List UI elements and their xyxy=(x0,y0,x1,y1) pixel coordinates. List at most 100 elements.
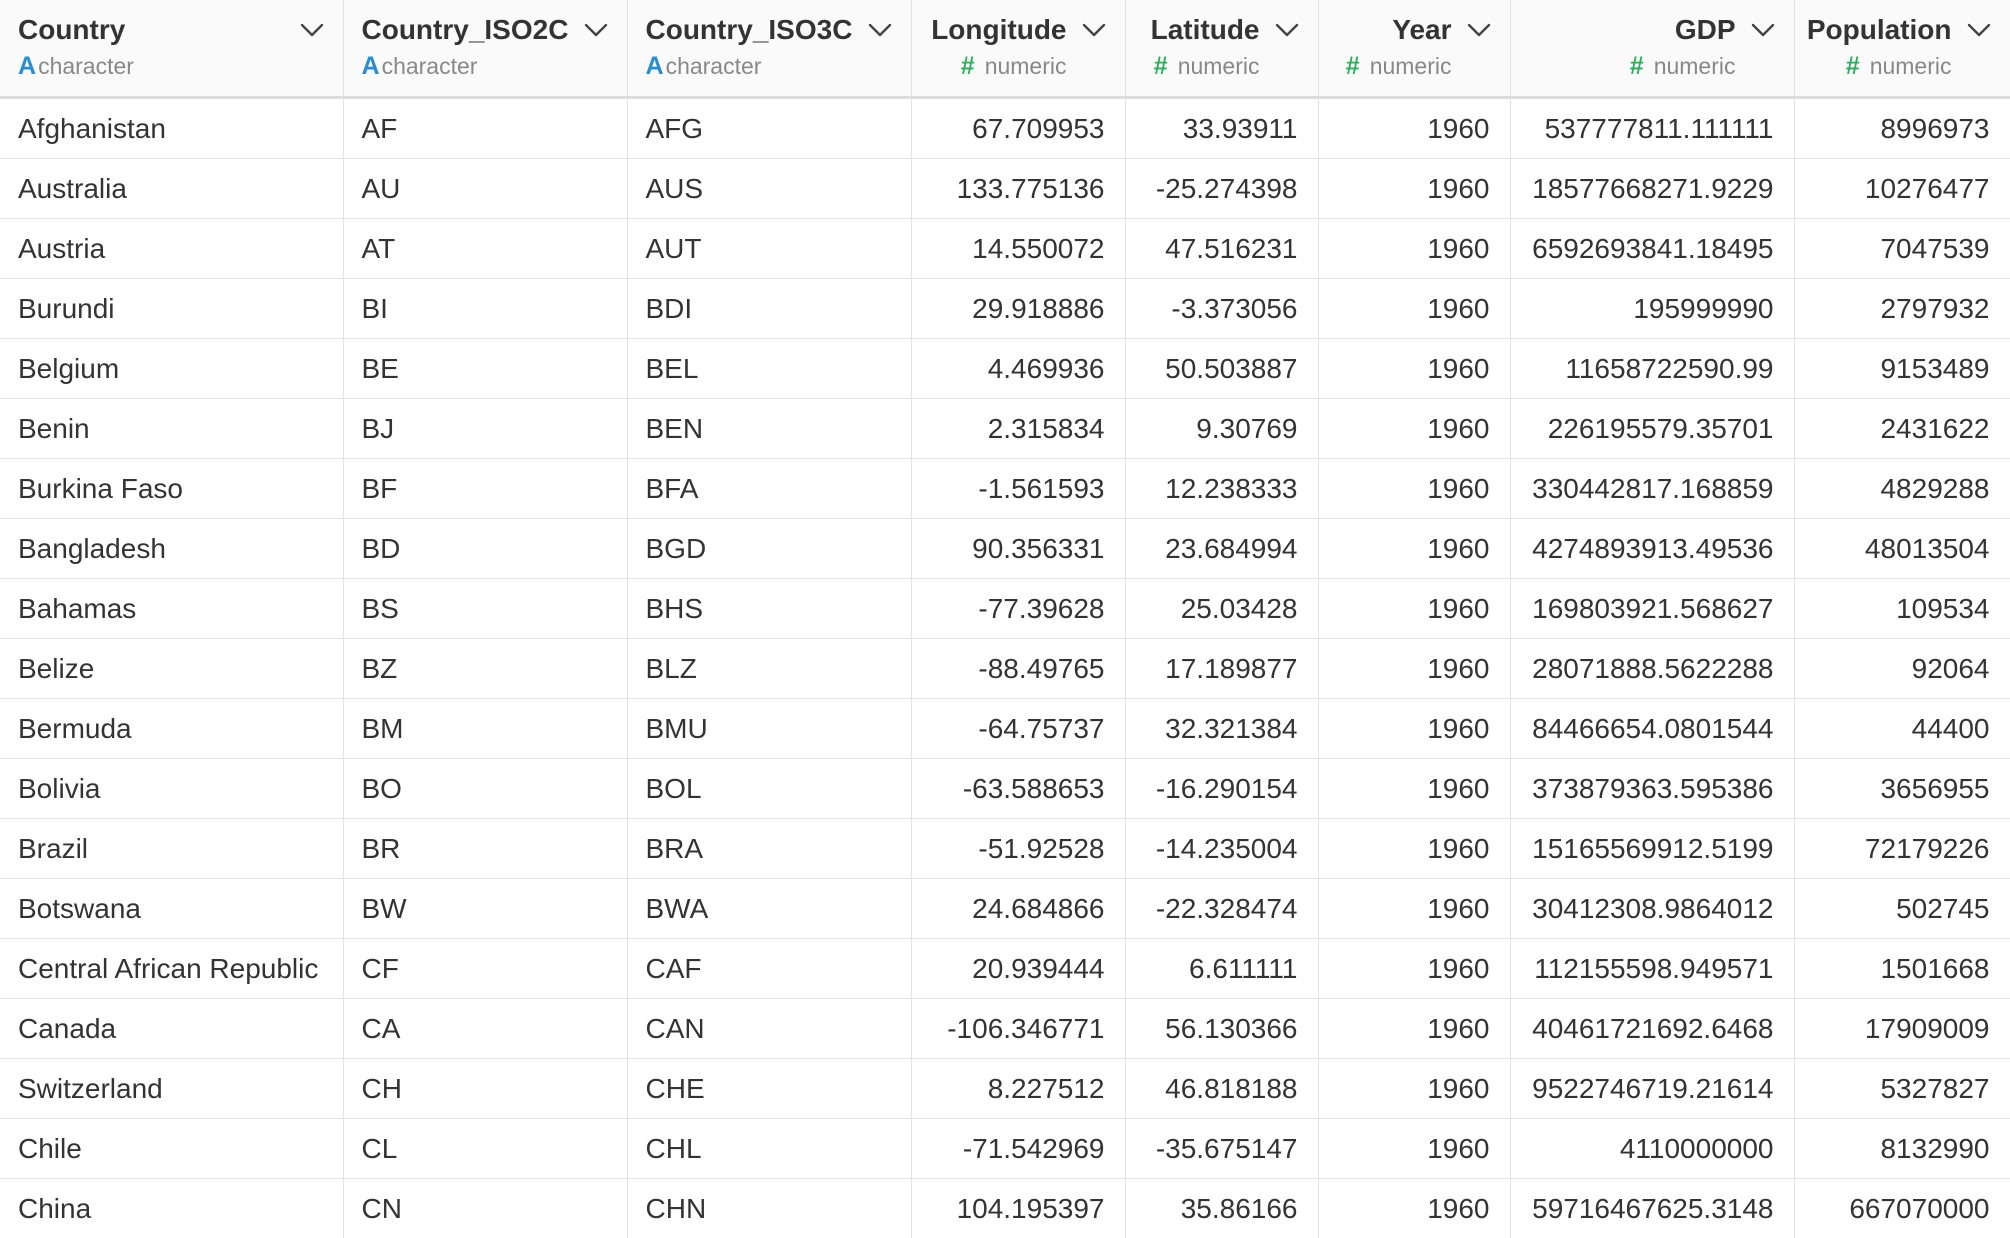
column-header-year[interactable]: Year # numeric xyxy=(1318,0,1511,99)
cell-population[interactable]: 1501668 xyxy=(1794,938,2010,999)
cell-population[interactable]: 92064 xyxy=(1794,638,2010,699)
cell-year[interactable]: 1960 xyxy=(1318,758,1511,819)
cell-latitude[interactable]: -22.328474 xyxy=(1125,878,1319,939)
cell-longitude[interactable]: 4.469936 xyxy=(911,338,1126,399)
cell-year[interactable]: 1960 xyxy=(1318,1058,1511,1119)
cell-country-iso2c[interactable]: BF xyxy=(343,458,628,519)
chevron-down-icon[interactable] xyxy=(299,22,325,38)
cell-country-iso2c[interactable]: BJ xyxy=(343,398,628,459)
chevron-down-icon[interactable] xyxy=(867,22,893,38)
cell-latitude[interactable]: 17.189877 xyxy=(1125,638,1319,699)
cell-gdp[interactable]: 330442817.168859 xyxy=(1510,458,1795,519)
cell-longitude[interactable]: -63.588653 xyxy=(911,758,1126,819)
table-row[interactable]: Austria AT AUT 14.550072 47.516231 1960 659269… xyxy=(0,218,2010,279)
table-row[interactable]: Benin BJ BEN 2.315834 9.30769 1960 226195579.3… xyxy=(0,398,2010,459)
chevron-down-icon[interactable] xyxy=(1274,22,1300,38)
cell-gdp[interactable]: 226195579.35701 xyxy=(1510,398,1795,459)
cell-population[interactable]: 2797932 xyxy=(1794,278,2010,339)
cell-gdp[interactable]: 195999990 xyxy=(1510,278,1795,339)
cell-country-iso2c[interactable]: BO xyxy=(343,758,628,819)
table-row[interactable]: Switzerland CH CHE 8.227512 46.818188 1960 952… xyxy=(0,1058,2010,1119)
cell-country-iso2c[interactable]: BR xyxy=(343,818,628,879)
cell-gdp[interactable]: 169803921.568627 xyxy=(1510,578,1795,639)
cell-population[interactable]: 2431622 xyxy=(1794,398,2010,459)
table-row[interactable]: Botswana BW BWA 24.684866 -22.328474 1960 3041… xyxy=(0,878,2010,939)
table-row[interactable]: Belgium BE BEL 4.469936 50.503887 1960 1165872… xyxy=(0,338,2010,399)
cell-country-iso3c[interactable]: BMU xyxy=(627,698,912,759)
cell-longitude[interactable]: 20.939444 xyxy=(911,938,1126,999)
cell-country[interactable]: Brazil xyxy=(0,818,344,879)
cell-latitude[interactable]: 33.93911 xyxy=(1125,97,1319,159)
cell-country-iso3c[interactable]: BOL xyxy=(627,758,912,819)
cell-latitude[interactable]: 46.818188 xyxy=(1125,1058,1319,1119)
column-header-population[interactable]: Population # numeric xyxy=(1794,0,2010,99)
table-row[interactable]: Burkina Faso BF BFA -1.561593 12.238333 1960 3… xyxy=(0,458,2010,519)
cell-country[interactable]: Burundi xyxy=(0,278,344,339)
cell-gdp[interactable]: 9522746719.21614 xyxy=(1510,1058,1795,1119)
cell-country-iso3c[interactable]: BFA xyxy=(627,458,912,519)
cell-year[interactable]: 1960 xyxy=(1318,458,1511,519)
cell-country[interactable]: Chile xyxy=(0,1118,344,1179)
table-row[interactable]: Australia AU AUS 133.775136 -25.274398 1960 18… xyxy=(0,158,2010,219)
cell-year[interactable]: 1960 xyxy=(1318,398,1511,459)
cell-latitude[interactable]: -25.274398 xyxy=(1125,158,1319,219)
cell-gdp[interactable]: 537777811.111111 xyxy=(1510,97,1795,159)
cell-longitude[interactable]: -64.75737 xyxy=(911,698,1126,759)
cell-country-iso3c[interactable]: CAN xyxy=(627,998,912,1059)
cell-gdp[interactable]: 59716467625.3148 xyxy=(1510,1178,1795,1238)
cell-country-iso3c[interactable]: BEN xyxy=(627,398,912,459)
cell-gdp[interactable]: 18577668271.9229 xyxy=(1510,158,1795,219)
cell-country-iso3c[interactable]: BDI xyxy=(627,278,912,339)
cell-longitude[interactable]: -1.561593 xyxy=(911,458,1126,519)
cell-longitude[interactable]: 90.356331 xyxy=(911,518,1126,579)
cell-latitude[interactable]: 47.516231 xyxy=(1125,218,1319,279)
cell-country-iso3c[interactable]: CHN xyxy=(627,1178,912,1238)
cell-population[interactable]: 48013504 xyxy=(1794,518,2010,579)
table-row[interactable]: Belize BZ BLZ -88.49765 17.189877 1960 2807188… xyxy=(0,638,2010,699)
cell-country[interactable]: China xyxy=(0,1178,344,1238)
column-header-country-iso3c[interactable]: Country_ISO3C Acharacter xyxy=(627,0,912,99)
table-row[interactable]: China CN CHN 104.195397 35.86166 1960 59716467… xyxy=(0,1178,2010,1238)
cell-country-iso2c[interactable]: BS xyxy=(343,578,628,639)
cell-latitude[interactable]: 32.321384 xyxy=(1125,698,1319,759)
cell-population[interactable]: 667070000 xyxy=(1794,1178,2010,1238)
cell-year[interactable]: 1960 xyxy=(1318,578,1511,639)
cell-country-iso2c[interactable]: BE xyxy=(343,338,628,399)
cell-gdp[interactable]: 373879363.595386 xyxy=(1510,758,1795,819)
cell-population[interactable]: 8132990 xyxy=(1794,1118,2010,1179)
cell-year[interactable]: 1960 xyxy=(1318,97,1511,159)
cell-country-iso3c[interactable]: BRA xyxy=(627,818,912,879)
cell-population[interactable]: 8996973 xyxy=(1794,97,2010,159)
cell-gdp[interactable]: 15165569912.5199 xyxy=(1510,818,1795,879)
cell-population[interactable]: 44400 xyxy=(1794,698,2010,759)
cell-gdp[interactable]: 30412308.9864012 xyxy=(1510,878,1795,939)
cell-country-iso2c[interactable]: AT xyxy=(343,218,628,279)
cell-country-iso3c[interactable]: BWA xyxy=(627,878,912,939)
cell-country-iso2c[interactable]: BZ xyxy=(343,638,628,699)
cell-latitude[interactable]: 6.611111 xyxy=(1125,938,1319,999)
cell-year[interactable]: 1960 xyxy=(1318,878,1511,939)
cell-country-iso3c[interactable]: BHS xyxy=(627,578,912,639)
cell-population[interactable]: 72179226 xyxy=(1794,818,2010,879)
cell-country[interactable]: Austria xyxy=(0,218,344,279)
cell-longitude[interactable]: 24.684866 xyxy=(911,878,1126,939)
cell-population[interactable]: 4829288 xyxy=(1794,458,2010,519)
table-row[interactable]: Burundi BI BDI 29.918886 -3.373056 1960 195999… xyxy=(0,278,2010,339)
column-header-country-iso2c[interactable]: Country_ISO2C Acharacter xyxy=(343,0,628,99)
cell-year[interactable]: 1960 xyxy=(1318,698,1511,759)
cell-longitude[interactable]: -88.49765 xyxy=(911,638,1126,699)
cell-longitude[interactable]: 104.195397 xyxy=(911,1178,1126,1238)
cell-country[interactable]: Bangladesh xyxy=(0,518,344,579)
cell-latitude[interactable]: -14.235004 xyxy=(1125,818,1319,879)
cell-country[interactable]: Switzerland xyxy=(0,1058,344,1119)
cell-country-iso3c[interactable]: CAF xyxy=(627,938,912,999)
cell-year[interactable]: 1960 xyxy=(1318,338,1511,399)
cell-population[interactable]: 3656955 xyxy=(1794,758,2010,819)
cell-latitude[interactable]: 25.03428 xyxy=(1125,578,1319,639)
table-row[interactable]: Brazil BR BRA -51.92528 -14.235004 1960 151655… xyxy=(0,818,2010,879)
cell-gdp[interactable]: 6592693841.18495 xyxy=(1510,218,1795,279)
cell-year[interactable]: 1960 xyxy=(1318,818,1511,879)
cell-year[interactable]: 1960 xyxy=(1318,998,1511,1059)
cell-country-iso2c[interactable]: CN xyxy=(343,1178,628,1238)
cell-country-iso2c[interactable]: CF xyxy=(343,938,628,999)
